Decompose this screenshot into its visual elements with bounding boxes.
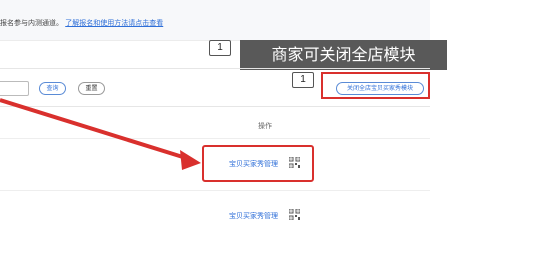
query-button[interactable]: 查询 bbox=[39, 82, 66, 95]
notice-text: 报名参与内测通道。 了解报名和使用方法请点击查看 bbox=[0, 18, 163, 28]
step-marker-2: 1 bbox=[292, 72, 314, 88]
notice-link[interactable]: 了解报名和使用方法请点击查看 bbox=[65, 19, 163, 27]
divider bbox=[0, 106, 430, 107]
manage-buyer-show-link[interactable]: 宝贝买家秀管理 bbox=[229, 159, 278, 169]
step-marker-1: 1 bbox=[209, 40, 231, 56]
close-store-module-button[interactable]: 关闭全店宝贝买家秀模块 bbox=[336, 82, 424, 95]
divider bbox=[0, 190, 430, 191]
manage-buyer-show-link[interactable]: 宝贝买家秀管理 bbox=[229, 211, 278, 221]
qr-code-icon[interactable] bbox=[289, 157, 300, 168]
reset-button[interactable]: 重置 bbox=[78, 82, 105, 95]
divider bbox=[0, 68, 430, 69]
notice-message: 报名参与内测通道。 bbox=[0, 19, 63, 27]
annotation-banner: 商家可关闭全店模块 bbox=[240, 40, 447, 70]
search-input[interactable] bbox=[0, 81, 29, 96]
column-header-action: 操作 bbox=[258, 122, 272, 130]
divider bbox=[0, 138, 430, 139]
qr-code-icon[interactable] bbox=[289, 209, 300, 220]
